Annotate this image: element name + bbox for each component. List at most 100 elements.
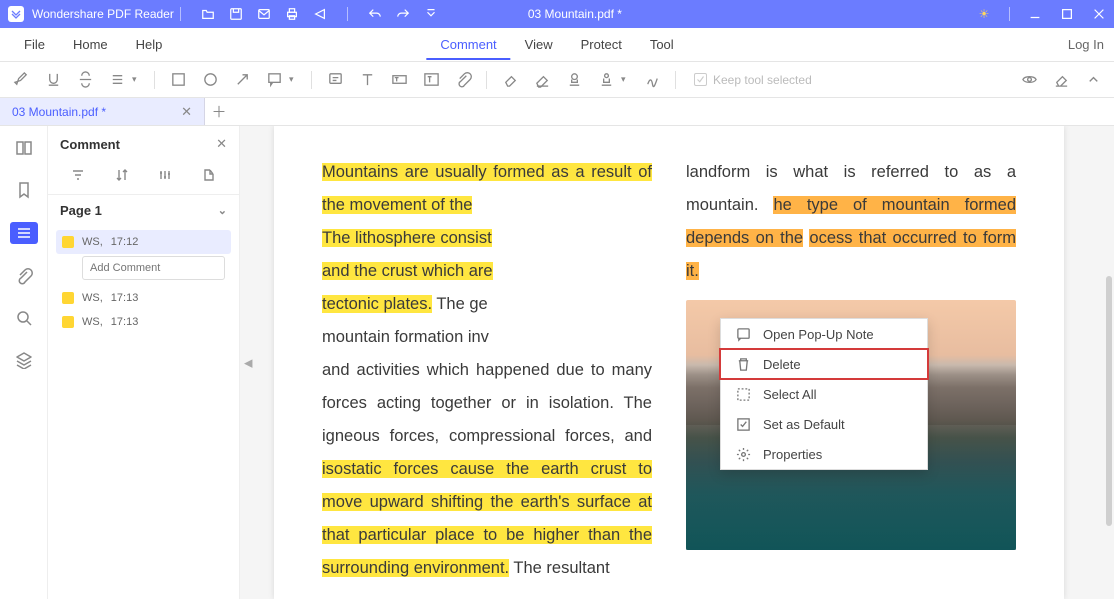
- main-area: Comment ✕ Page 1 ⌄ WS, 17:12 WS,: [0, 126, 1114, 599]
- bookmark-icon[interactable]: [14, 180, 34, 200]
- collapse-toolbar-icon[interactable]: [1084, 71, 1102, 89]
- new-tab-button[interactable]: ＋: [205, 101, 233, 122]
- tab-close-icon[interactable]: ✕: [181, 104, 192, 120]
- menu-comment[interactable]: Comment: [426, 37, 510, 60]
- underline-tool-icon[interactable]: [44, 71, 62, 89]
- ctx-delete[interactable]: Delete: [721, 349, 927, 379]
- page-header[interactable]: Page 1 ⌄: [48, 195, 239, 226]
- search-rail-icon[interactable]: [14, 308, 34, 328]
- login-link[interactable]: Log In: [1068, 37, 1104, 52]
- strikethrough-tool-icon[interactable]: [76, 71, 94, 89]
- layers-rail-icon[interactable]: [14, 350, 34, 370]
- panel-close-icon[interactable]: ✕: [216, 136, 227, 152]
- list-tool-icon[interactable]: [108, 71, 126, 89]
- menubar: File Home Help Comment View Protect Tool…: [0, 28, 1114, 62]
- keep-tool-selected[interactable]: Keep tool selected: [694, 73, 812, 87]
- share-icon[interactable]: [313, 7, 327, 21]
- checkbox-icon: [735, 416, 751, 432]
- comment-item[interactable]: WS, 17:13: [56, 310, 231, 334]
- textbox-tool-icon[interactable]: [390, 71, 408, 89]
- mail-icon[interactable]: [257, 7, 271, 21]
- titlebar: Wondershare PDF Reader 03 Mountain.pdf *…: [0, 0, 1114, 28]
- eraser1-icon[interactable]: [501, 71, 519, 89]
- ctx-select-all[interactable]: Select All: [721, 379, 927, 409]
- add-comment-input[interactable]: [82, 256, 225, 280]
- circle-shape-icon[interactable]: [201, 71, 219, 89]
- menu-view[interactable]: View: [511, 37, 567, 52]
- body-text: mountain formation inv: [322, 328, 489, 346]
- erase-all-icon[interactable]: [1052, 71, 1070, 89]
- open-folder-icon[interactable]: [201, 7, 215, 21]
- highlight-span[interactable]: and the crust which are: [322, 262, 493, 280]
- highlight-tool-icon[interactable]: [12, 71, 30, 89]
- rect-shape-icon[interactable]: [169, 71, 187, 89]
- comment-time: 17:13: [111, 316, 139, 328]
- comment-panel: Comment ✕ Page 1 ⌄ WS, 17:12 WS,: [48, 126, 240, 599]
- theme-icon[interactable]: ☀: [977, 7, 991, 21]
- ctx-label: Open Pop-Up Note: [763, 327, 874, 342]
- panel-title: Comment: [60, 137, 120, 152]
- text-tool-icon[interactable]: [358, 71, 376, 89]
- highlight-span[interactable]: Mountains are usually formed as a result…: [322, 163, 652, 214]
- close-icon[interactable]: [1092, 7, 1106, 21]
- highlight-swatch-icon: [62, 236, 74, 248]
- comment-user: WS,: [82, 316, 103, 328]
- stamp-icon[interactable]: [565, 71, 583, 89]
- maximize-icon[interactable]: [1060, 7, 1074, 21]
- menu-tool[interactable]: Tool: [636, 37, 688, 52]
- chevron-down-icon: ⌄: [218, 204, 227, 217]
- filter-list-icon[interactable]: [69, 166, 87, 184]
- attachments-rail-icon[interactable]: [14, 266, 34, 286]
- export-icon[interactable]: [200, 166, 218, 184]
- menu-protect[interactable]: Protect: [567, 37, 636, 52]
- add-comment-field[interactable]: [82, 256, 225, 280]
- keep-tool-label: Keep tool selected: [713, 73, 812, 87]
- context-menu: Open Pop-Up Note Delete Select All Set a…: [720, 318, 928, 470]
- vertical-scrollbar[interactable]: [1106, 276, 1112, 526]
- highlight-span[interactable]: tectonic plates.: [322, 295, 432, 313]
- options-icon[interactable]: [156, 166, 174, 184]
- ctx-label: Properties: [763, 447, 822, 462]
- sort-icon[interactable]: [113, 166, 131, 184]
- app-logo-icon: [8, 6, 24, 22]
- ctx-set-default[interactable]: Set as Default: [721, 409, 927, 439]
- document-viewport[interactable]: ◀ Mountains are usually formed as a resu…: [240, 126, 1114, 599]
- arrow-shape-icon[interactable]: [233, 71, 251, 89]
- menu-home[interactable]: Home: [59, 37, 122, 52]
- ctx-label: Set as Default: [763, 417, 845, 432]
- attach-tool-icon[interactable]: [454, 71, 472, 89]
- left-rail: [0, 126, 48, 599]
- ctx-open-popup[interactable]: Open Pop-Up Note: [721, 319, 927, 349]
- collapse-panel-icon[interactable]: ◀: [244, 356, 252, 369]
- comment-user: WS,: [82, 292, 103, 304]
- pdf-page: Mountains are usually formed as a result…: [274, 126, 1064, 599]
- sign-icon[interactable]: [643, 71, 661, 89]
- app-name: Wondershare PDF Reader: [32, 7, 174, 21]
- comment-user: WS,: [82, 236, 103, 248]
- callout-shape-icon[interactable]: [265, 71, 283, 89]
- hide-tool-icon[interactable]: [1020, 71, 1038, 89]
- note-icon: [735, 326, 751, 342]
- trash-icon: [735, 356, 751, 372]
- note-tool-icon[interactable]: [326, 71, 344, 89]
- thumbnails-icon[interactable]: [14, 138, 34, 158]
- area-text-tool-icon[interactable]: [422, 71, 440, 89]
- highlight-span[interactable]: The lithosphere consist: [322, 229, 492, 247]
- comment-item[interactable]: WS, 17:13: [56, 286, 231, 310]
- minimize-icon[interactable]: [1028, 7, 1042, 21]
- comment-item[interactable]: WS, 17:12: [56, 230, 231, 254]
- print-icon[interactable]: [285, 7, 299, 21]
- keep-tool-checkbox-icon[interactable]: [694, 73, 707, 86]
- stamp2-icon[interactable]: [597, 71, 615, 89]
- comments-rail-icon[interactable]: [10, 222, 38, 244]
- document-tab[interactable]: 03 Mountain.pdf * ✕: [0, 98, 205, 125]
- ctx-properties[interactable]: Properties: [721, 439, 927, 469]
- eraser2-icon[interactable]: [533, 71, 551, 89]
- body-text: The resultant: [509, 559, 610, 577]
- redo-icon[interactable]: [396, 7, 410, 21]
- menu-file[interactable]: File: [10, 37, 59, 52]
- more-icon[interactable]: [424, 7, 438, 21]
- menu-help[interactable]: Help: [122, 37, 177, 52]
- undo-icon[interactable]: [368, 7, 382, 21]
- save-icon[interactable]: [229, 7, 243, 21]
